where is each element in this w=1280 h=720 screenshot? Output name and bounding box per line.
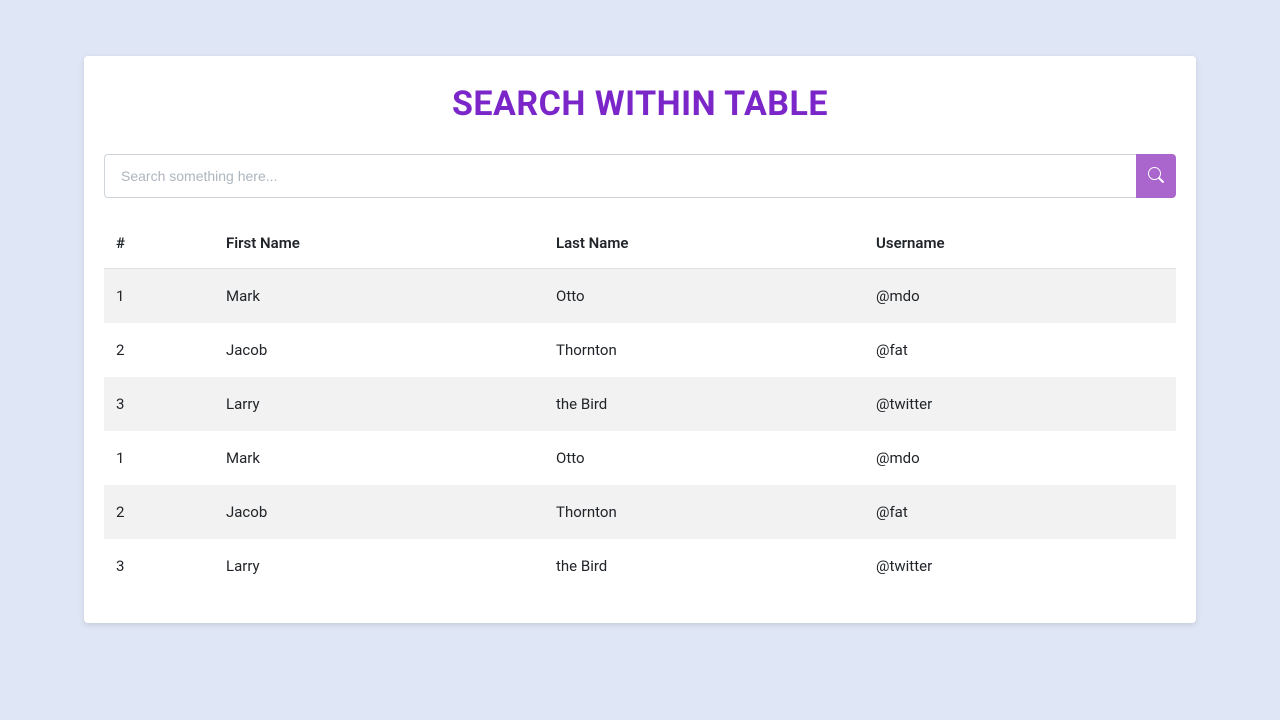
search-icon [1148,167,1164,186]
page-title: SEARCH WITHIN TABLE [104,84,1176,124]
table-row: 1 Mark Otto @mdo [104,269,1176,324]
cell-user: @fat [864,323,1176,377]
data-table: # First Name Last Name Username 1 Mark O… [104,218,1176,593]
cell-first: Jacob [214,485,544,539]
cell-user: @mdo [864,269,1176,324]
cell-user: @twitter [864,377,1176,431]
table-row: 3 Larry the Bird @twitter [104,539,1176,593]
cell-index: 1 [104,269,214,324]
table-header-row: # First Name Last Name Username [104,218,1176,269]
cell-last: Otto [544,269,864,324]
cell-index: 2 [104,485,214,539]
cell-first: Mark [214,269,544,324]
cell-last: Thornton [544,323,864,377]
cell-index: 3 [104,539,214,593]
cell-user: @mdo [864,431,1176,485]
cell-first: Larry [214,377,544,431]
col-header-index: # [104,218,214,269]
cell-last: Thornton [544,485,864,539]
cell-user: @fat [864,485,1176,539]
search-group [104,154,1176,198]
card: SEARCH WITHIN TABLE # First Name Last Na… [84,56,1196,623]
table-row: 2 Jacob Thornton @fat [104,323,1176,377]
search-button[interactable] [1136,154,1176,198]
table-row: 3 Larry the Bird @twitter [104,377,1176,431]
col-header-user: Username [864,218,1176,269]
search-input[interactable] [104,154,1136,198]
cell-user: @twitter [864,539,1176,593]
cell-last: the Bird [544,539,864,593]
col-header-first: First Name [214,218,544,269]
cell-last: the Bird [544,377,864,431]
cell-index: 1 [104,431,214,485]
table-row: 2 Jacob Thornton @fat [104,485,1176,539]
col-header-last: Last Name [544,218,864,269]
cell-last: Otto [544,431,864,485]
table-row: 1 Mark Otto @mdo [104,431,1176,485]
cell-first: Jacob [214,323,544,377]
cell-first: Mark [214,431,544,485]
cell-index: 2 [104,323,214,377]
cell-first: Larry [214,539,544,593]
cell-index: 3 [104,377,214,431]
